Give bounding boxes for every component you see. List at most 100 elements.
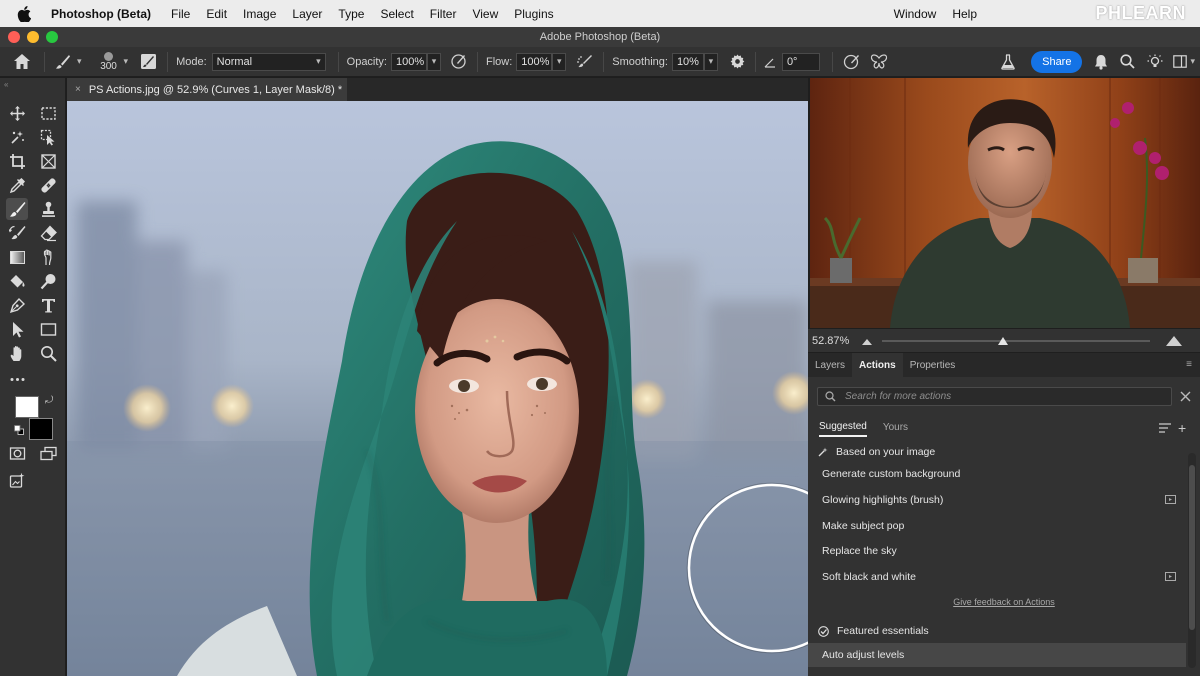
- flow-dropdown[interactable]: ▾: [552, 52, 567, 71]
- menu-type[interactable]: Type: [330, 7, 372, 21]
- play-preview-icon[interactable]: [1165, 494, 1176, 505]
- subtab-suggested[interactable]: Suggested: [819, 421, 867, 437]
- more-tools-ellipsis-icon[interactable]: [6, 368, 28, 390]
- angle-input[interactable]: 0°: [781, 52, 820, 71]
- history-brush-tool-icon[interactable]: [6, 222, 28, 244]
- add-action-icon[interactable]: +: [1178, 419, 1186, 437]
- menu-help[interactable]: Help: [944, 7, 985, 21]
- action-item[interactable]: Replace the sky: [808, 539, 1186, 563]
- eyedropper-tool-icon[interactable]: [6, 174, 28, 196]
- flow-input[interactable]: 100%: [516, 52, 553, 71]
- menu-image[interactable]: Image: [235, 7, 284, 21]
- gradient-tool-icon[interactable]: [6, 246, 28, 268]
- document-canvas[interactable]: [67, 101, 808, 676]
- menu-view[interactable]: View: [464, 7, 506, 21]
- featured-action-item[interactable]: Auto adjust levels: [808, 643, 1186, 667]
- pressure-size-icon[interactable]: [843, 47, 860, 77]
- healing-brush-tool-icon[interactable]: [37, 174, 59, 196]
- move-tool-icon[interactable]: [6, 102, 28, 124]
- brush-size-caret-icon[interactable]: ▾: [124, 56, 129, 67]
- zoom-value[interactable]: 52.87%: [812, 335, 852, 347]
- marquee-tool-icon[interactable]: [37, 102, 59, 124]
- close-icon[interactable]: [1180, 391, 1191, 402]
- minimize-window-button[interactable]: [27, 31, 39, 43]
- opacity-dropdown[interactable]: ▾: [427, 52, 441, 71]
- brush-preset-caret-icon[interactable]: ▾: [77, 56, 82, 67]
- tab-properties[interactable]: Properties: [903, 353, 963, 377]
- panel-menu-icon[interactable]: ≡: [1186, 359, 1192, 370]
- zoom-tool-icon[interactable]: [37, 342, 59, 364]
- actions-search-box[interactable]: [817, 387, 1172, 406]
- action-item[interactable]: Generate custom background: [808, 462, 1186, 486]
- menu-layer[interactable]: Layer: [284, 7, 330, 21]
- background-color-swatch[interactable]: [29, 418, 53, 440]
- type-tool-icon[interactable]: [37, 294, 59, 316]
- smoothing-settings-gear-icon[interactable]: [730, 47, 745, 77]
- panel-scrollbar-thumb[interactable]: [1189, 465, 1195, 630]
- zoom-slider-thumb[interactable]: [998, 336, 1008, 345]
- workspace-caret-icon[interactable]: ▾: [1190, 56, 1195, 67]
- discover-lightbulb-icon[interactable]: [1147, 47, 1163, 77]
- quick-selection-tool-icon[interactable]: [37, 126, 59, 148]
- brush-preset-icon[interactable]: [55, 47, 71, 77]
- smudge-tool-icon[interactable]: [37, 246, 59, 268]
- actions-search-input[interactable]: [845, 391, 1145, 402]
- close-window-button[interactable]: [8, 31, 20, 43]
- collapse-panel-icon[interactable]: «: [4, 80, 8, 89]
- pen-tool-icon[interactable]: [6, 294, 28, 316]
- object-selection-tool-icon[interactable]: [6, 126, 28, 148]
- menu-file[interactable]: File: [163, 7, 198, 21]
- smoothing-dropdown[interactable]: ▾: [703, 52, 718, 71]
- hand-tool-icon[interactable]: [6, 342, 28, 364]
- menu-window[interactable]: Window: [886, 7, 945, 21]
- brush-settings-icon[interactable]: [140, 47, 157, 77]
- workspace-layout-icon[interactable]: [1173, 47, 1188, 77]
- tab-actions[interactable]: Actions: [852, 353, 903, 377]
- frame-tool-icon[interactable]: [37, 150, 59, 172]
- share-button[interactable]: Share: [1031, 50, 1083, 73]
- menu-select[interactable]: Select: [372, 7, 421, 21]
- action-item[interactable]: Glowing highlights (brush): [808, 488, 1186, 512]
- crop-tool-icon[interactable]: [6, 150, 28, 172]
- default-colors-icon[interactable]: [14, 425, 24, 435]
- opacity-input[interactable]: 100%: [391, 52, 427, 71]
- subtab-yours[interactable]: Yours: [883, 422, 908, 436]
- symmetry-butterfly-icon[interactable]: [870, 47, 888, 77]
- action-item[interactable]: Make subject pop: [808, 514, 1186, 538]
- menu-edit[interactable]: Edit: [198, 7, 235, 21]
- rectangle-tool-icon[interactable]: [37, 318, 59, 340]
- brush-tool-icon[interactable]: [6, 198, 28, 220]
- zoom-out-mountain-icon[interactable]: [862, 337, 872, 345]
- play-preview-icon[interactable]: [1165, 571, 1176, 582]
- search-icon[interactable]: [1120, 47, 1136, 77]
- apple-icon[interactable]: [14, 5, 34, 22]
- pressure-opacity-icon[interactable]: [450, 47, 467, 77]
- foreground-color-swatch[interactable]: [15, 396, 39, 418]
- zoom-window-button[interactable]: [46, 31, 58, 43]
- brush-size-picker[interactable]: 300: [96, 47, 122, 77]
- menu-plugins[interactable]: Plugins: [506, 7, 561, 21]
- notifications-bell-icon[interactable]: [1094, 47, 1108, 77]
- close-document-icon[interactable]: ×: [75, 84, 81, 95]
- tab-layers[interactable]: Layers: [808, 353, 852, 377]
- screen-mode-icon[interactable]: [37, 442, 59, 464]
- action-item[interactable]: Soft black and white: [808, 565, 1186, 589]
- zoom-slider[interactable]: [882, 335, 1150, 347]
- generative-tool-icon[interactable]: [6, 469, 28, 491]
- document-tab[interactable]: × PS Actions.jpg @ 52.9% (Curves 1, Laye…: [67, 78, 347, 101]
- clone-stamp-tool-icon[interactable]: [37, 198, 59, 220]
- airbrush-icon[interactable]: [576, 47, 593, 77]
- feedback-link[interactable]: Give feedback on Actions: [808, 597, 1200, 607]
- path-selection-tool-icon[interactable]: [6, 318, 28, 340]
- mode-select[interactable]: Normal ▾: [211, 52, 326, 71]
- dodge-tool-icon[interactable]: [37, 270, 59, 292]
- quick-mask-icon[interactable]: [6, 442, 28, 464]
- sort-list-icon[interactable]: [1159, 423, 1171, 433]
- panel-scrollbar[interactable]: [1188, 453, 1196, 668]
- paint-bucket-tool-icon[interactable]: [6, 270, 28, 292]
- smoothing-input[interactable]: 10%: [671, 52, 704, 71]
- home-icon[interactable]: [0, 47, 44, 77]
- menu-app-name[interactable]: Photoshop (Beta): [43, 7, 159, 21]
- beta-flask-icon[interactable]: [1001, 47, 1015, 77]
- swap-colors-icon[interactable]: ⤾: [45, 395, 53, 406]
